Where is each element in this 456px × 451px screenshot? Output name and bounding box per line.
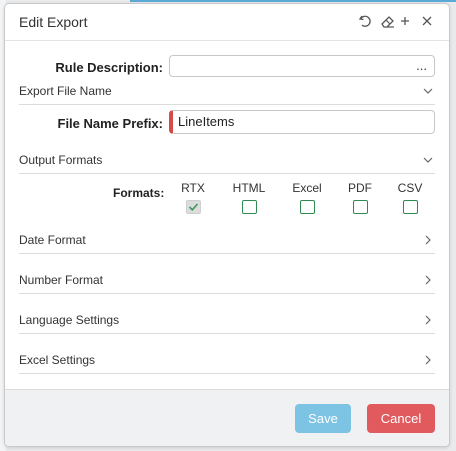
format-name: CSV [397,181,423,195]
chevron-right-icon[interactable] [423,315,433,325]
top-accent-bar [130,0,456,2]
close-icon[interactable] [419,13,435,29]
section-language-settings[interactable]: Language Settings [19,310,435,334]
chevron-right-icon[interactable] [423,355,433,365]
eraser-icon[interactable] [380,13,396,29]
chevron-right-icon[interactable] [423,275,433,285]
save-button[interactable]: Save [295,404,351,433]
format-name: PDF [348,181,372,195]
file-name-prefix-label: File Name Prefix: [57,116,164,131]
section-divider [19,293,435,294]
checkmark-icon [188,203,198,211]
format-option-excel: Excel [287,180,327,214]
formats-label: Formats: [113,186,165,200]
section-label: Language Settings [19,313,120,327]
pdf-checkbox[interactable] [352,200,368,214]
file-name-prefix-value: LineItems [178,114,235,129]
dialog-title: Edit Export [19,14,88,30]
format-name: RTX [181,181,205,195]
dialog-footer: Save Cancel [5,389,449,446]
format-option-rtx: RTX [173,180,213,214]
format-name: Excel [292,181,322,195]
section-divider [19,253,435,254]
html-checkbox[interactable] [241,200,257,214]
header-divider [5,40,449,41]
format-option-csv: CSV [390,180,430,214]
section-label: Export File Name [19,84,112,98]
format-option-html: HTML [229,180,269,214]
ellipsis-button[interactable]: ... [416,56,427,76]
file-name-prefix-input[interactable]: LineItems [169,110,435,134]
section-label: Excel Settings [19,353,96,367]
excel-checkbox[interactable] [299,200,315,214]
edit-export-dialog: Edit Export Rule Description: ... Export… [4,3,450,447]
chevron-right-icon[interactable] [423,235,433,245]
section-divider [19,373,435,374]
section-output-formats[interactable]: Output Formats [19,150,435,174]
section-divider [19,104,435,105]
section-divider [19,333,435,334]
plus-icon[interactable] [397,13,413,29]
rule-description-label: Rule Description: [55,60,163,75]
format-name: HTML [232,181,266,195]
section-number-format[interactable]: Number Format [19,270,435,294]
section-label: Date Format [19,233,86,247]
undo-icon[interactable] [357,13,373,29]
section-date-format[interactable]: Date Format [19,230,435,254]
csv-checkbox[interactable] [402,200,418,214]
section-export-file-name[interactable]: Export File Name [19,81,435,105]
cancel-button[interactable]: Cancel [367,404,435,433]
chevron-down-icon[interactable] [423,155,433,165]
section-divider [19,173,435,174]
section-label: Number Format [19,273,104,287]
section-label: Output Formats [19,153,103,167]
rule-description-input[interactable]: ... [169,55,435,77]
chevron-down-icon[interactable] [423,86,433,96]
format-option-pdf: PDF [340,180,380,214]
rtx-checkbox[interactable] [185,200,201,214]
section-excel-settings[interactable]: Excel Settings [19,350,435,374]
